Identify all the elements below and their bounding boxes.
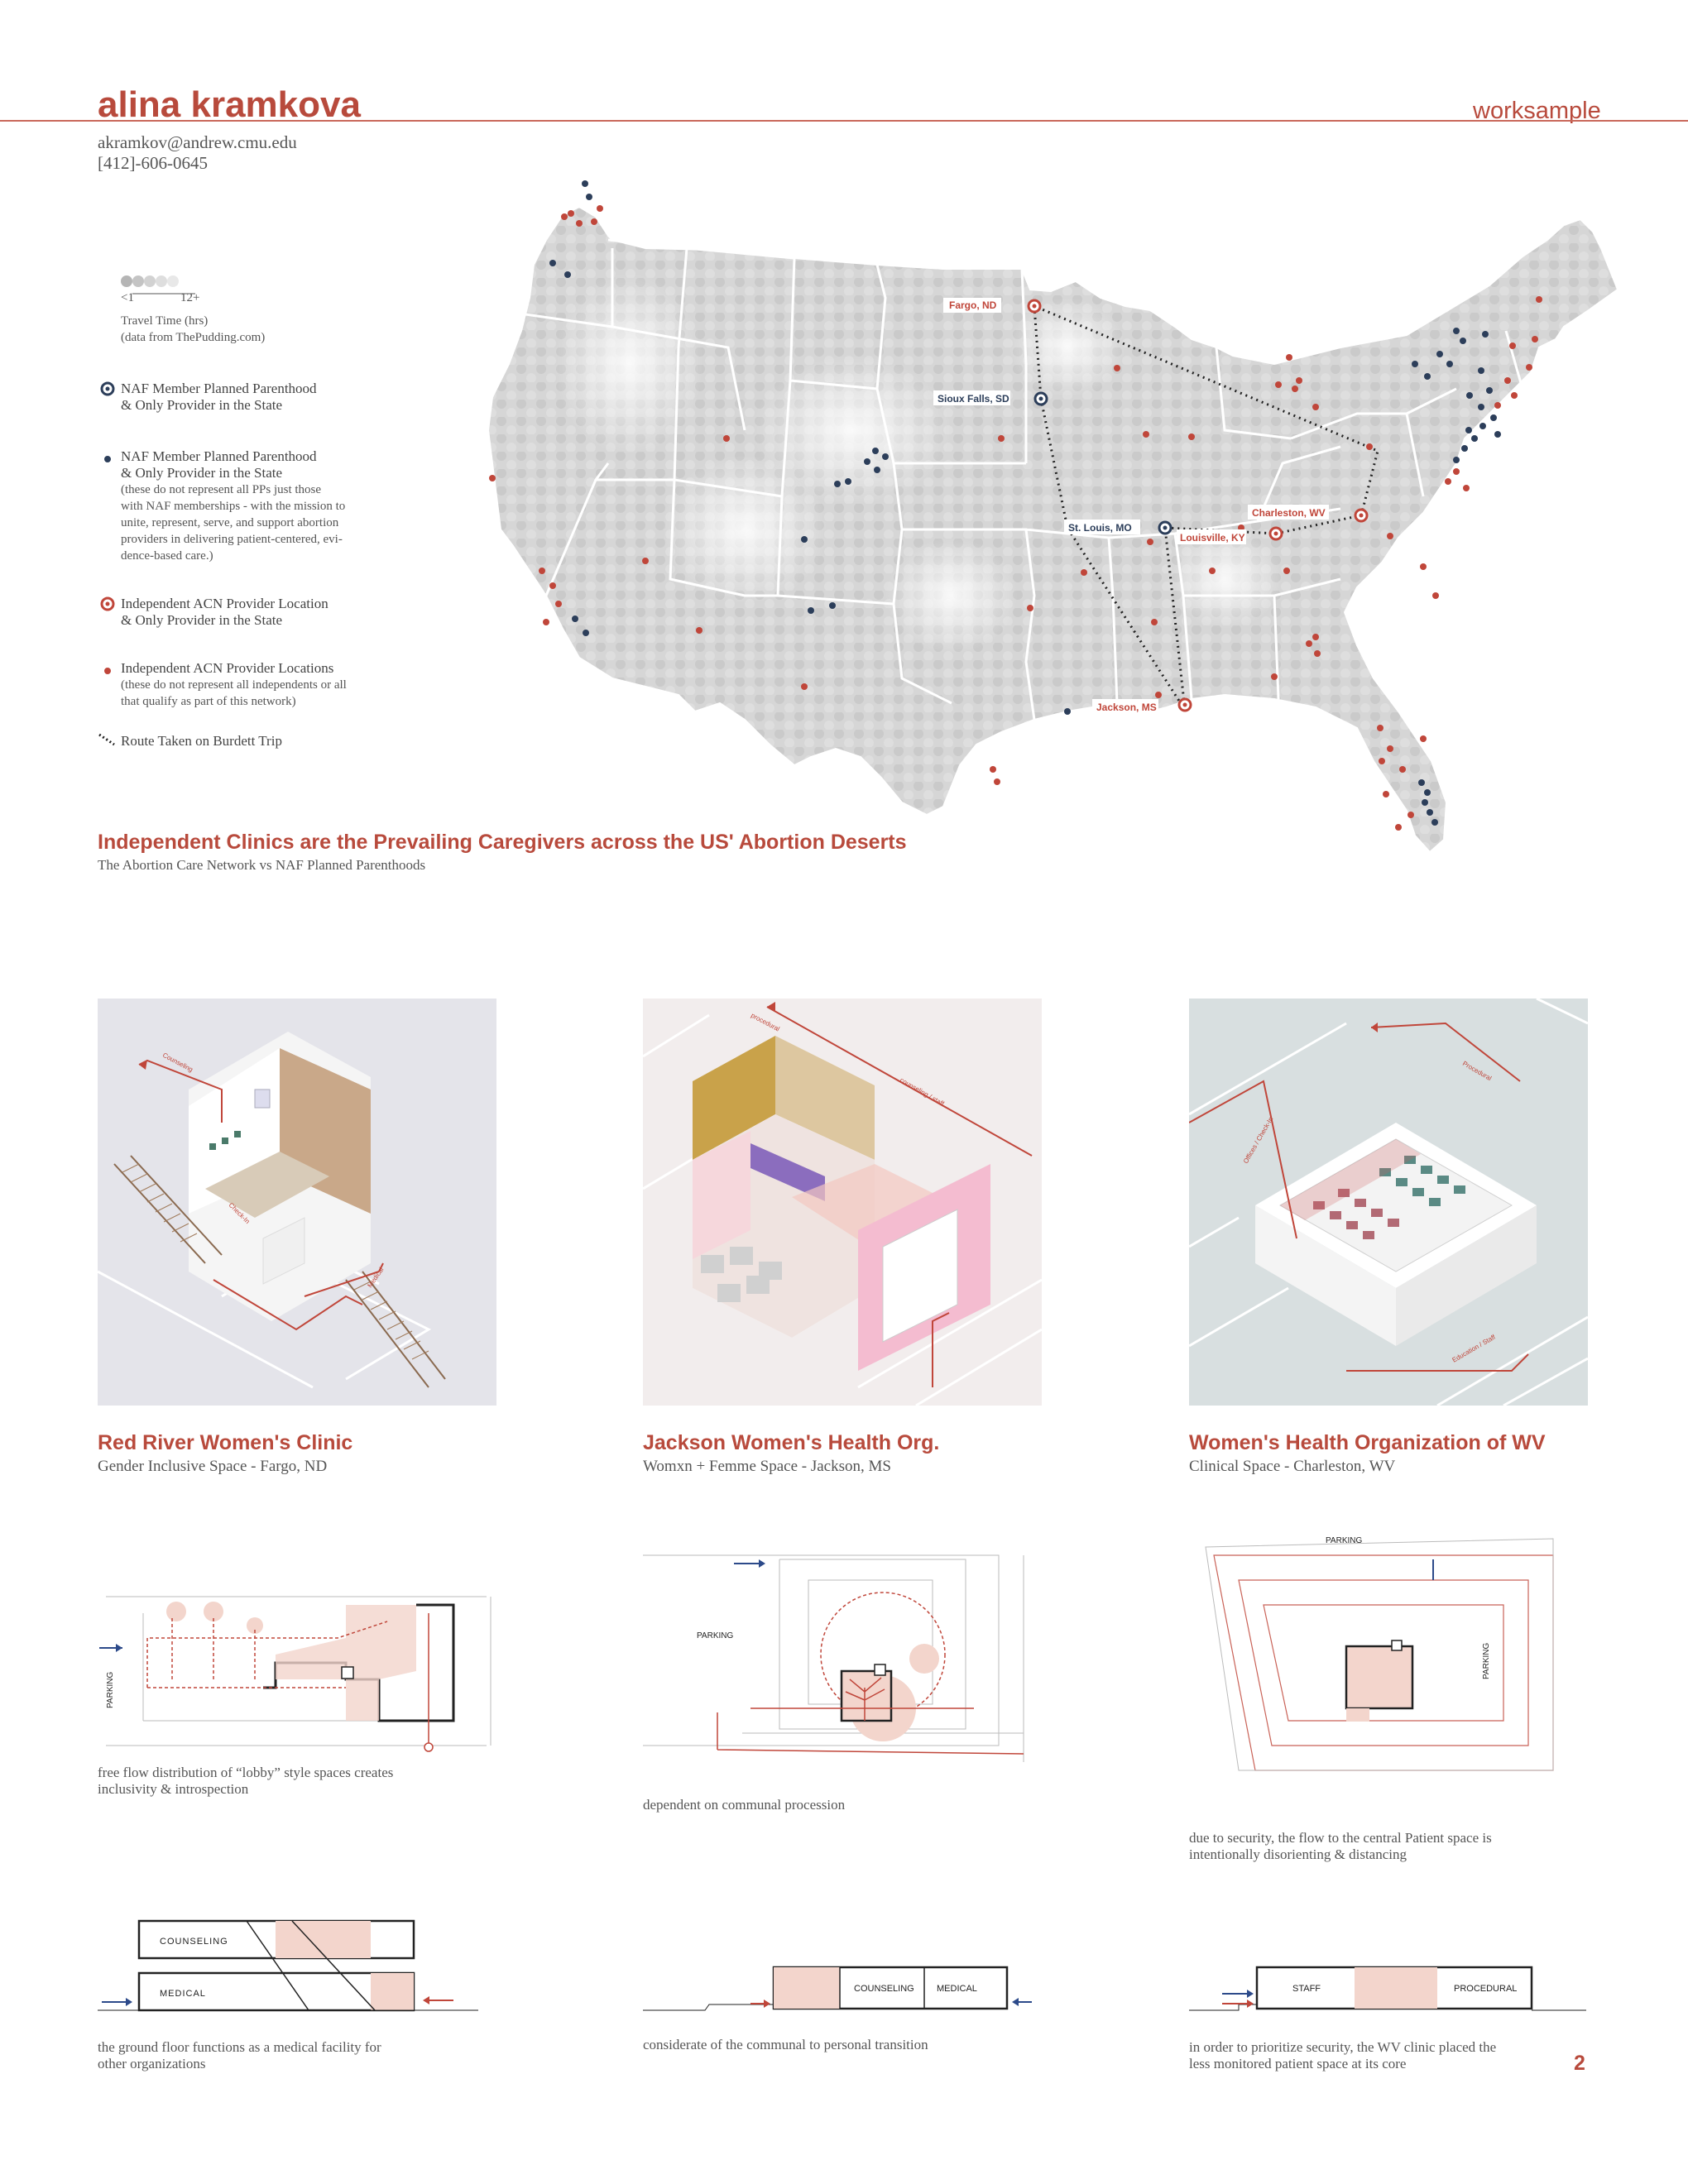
travel-time-label: Travel Time (hrs) — [121, 314, 209, 328]
jackson-axonometric: procedural counseling / staff — [643, 999, 1042, 1406]
wv-section-caption-1: in order to prioritize security, the WV … — [1189, 2039, 1497, 2055]
wv-plan: PARKING PARKING — [1205, 1536, 1554, 1771]
legend-naf-note-1: (these do not represent all PPs just tho… — [121, 483, 322, 496]
wv-section-staff: STAFF — [1292, 1984, 1321, 1994]
jackson-section-medical: MEDICAL — [937, 1984, 977, 1994]
red-river-plan: PARKING — [99, 1596, 492, 1752]
acn-dot-icon — [104, 668, 111, 674]
legend-acn-note-2: that qualify as part of this network) — [121, 695, 296, 708]
red-river-section-caption-1: the ground floor functions as a medical … — [98, 2039, 381, 2055]
legend-naf-1: NAF Member Planned Parenthood — [121, 448, 317, 464]
jackson-section: COUNSELING MEDICAL — [643, 1966, 1032, 2011]
red-river-section-counseling: COUNSELING — [160, 1937, 228, 1947]
wv-plan-caption-1: due to security, the flow to the central… — [1189, 1830, 1492, 1846]
red-river-axonometric: Counseling Check-In Medical — [98, 999, 496, 1406]
map-legend: <1 12+ Travel Time (hrs) (data from TheP… — [98, 273, 429, 753]
legend-naf-only-1: NAF Member Planned Parenthood — [121, 381, 317, 396]
page-number: 2 — [1574, 2052, 1585, 2075]
scale-min: <1 — [121, 291, 134, 304]
legend-naf-note-5: dence-based care.) — [121, 549, 213, 563]
red-river-section: COUNSELING MEDICAL — [98, 1919, 478, 2012]
jackson-plan-label-parking: PARKING — [697, 1631, 733, 1640]
plan-label-parking: PARKING — [106, 1672, 115, 1708]
map-title: Independent Clinics are the Prevailing C… — [98, 831, 907, 854]
email[interactable]: akramkov@andrew.cmu.edu — [98, 132, 297, 153]
legend-acn-note-1: (these do not represent all independents… — [121, 678, 347, 692]
route-icon — [98, 733, 115, 746]
project-subtitle-red-river: Gender Inclusive Space - Fargo, ND — [98, 1458, 328, 1475]
wv-plan-label-parking-top: PARKING — [1326, 1536, 1362, 1545]
legend-acn-only-1: Independent ACN Provider Location — [121, 596, 328, 611]
jackson-plan: PARKING — [643, 1554, 1024, 1762]
wv-axonometric: Offices / Check-In Procedural Education … — [1189, 999, 1588, 1406]
red-river-section-medical: MEDICAL — [160, 1989, 206, 1999]
red-river-plan-caption-2: inclusivity & introspection — [98, 1781, 249, 1797]
jackson-plan-caption: dependent on communal procession — [643, 1797, 846, 1813]
us-map: Fargo, ND Sioux Falls, SD St. Louis, MO … — [487, 180, 1619, 854]
header-rule — [0, 120, 1688, 122]
red-river-section-caption-2: other organizations — [98, 2056, 206, 2071]
red-river-plan-caption-1: free flow distribution of “lobby” style … — [98, 1765, 394, 1780]
project-subtitle-jackson: Womxn + Femme Space - Jackson, MS — [643, 1458, 891, 1475]
legend-acn-1: Independent ACN Provider Locations — [121, 660, 334, 676]
naf-dot-icon — [104, 456, 111, 462]
map-subtitle: The Abortion Care Network vs NAF Planned… — [98, 857, 426, 873]
wv-section-caption-2: less monitored patient space at its core — [1189, 2056, 1407, 2071]
wv-section-procedural: PROCEDURAL — [1454, 1984, 1517, 1994]
legend-naf-note-2: with NAF memberships - with the mission … — [121, 500, 346, 513]
wv-plan-label-parking-side: PARKING — [1482, 1643, 1491, 1679]
travel-time-source: (data from ThePudding.com) — [121, 331, 266, 344]
jackson-section-counseling: COUNSELING — [854, 1984, 914, 1994]
travel-time-scale — [121, 275, 195, 295]
legend-naf-2: & Only Provider in the State — [121, 465, 283, 481]
acn-only-icon — [100, 596, 115, 611]
city-label-jackson: Jackson, MS — [1096, 702, 1157, 713]
naf-only-icon — [100, 381, 115, 396]
city-label-sioux: Sioux Falls, SD — [938, 393, 1009, 405]
jackson-section-caption: considerate of the communal to personal … — [643, 2037, 928, 2052]
legend-acn-only-2: & Only Provider in the State — [121, 612, 283, 628]
project-title-jackson: Jackson Women's Health Org. — [643, 1431, 940, 1454]
city-label-charleston: Charleston, WV — [1252, 507, 1326, 519]
legend-naf-only-2: & Only Provider in the State — [121, 397, 283, 413]
phone: [412]-606-0645 — [98, 153, 208, 173]
project-title-red-river: Red River Women's Clinic — [98, 1431, 353, 1454]
city-label-fargo: Fargo, ND — [949, 299, 997, 311]
legend-naf-note-3: unite, represent, serve, and support abo… — [121, 516, 339, 529]
wv-section: STAFF PROCEDURAL — [1189, 1966, 1586, 2011]
legend-naf-note-4: providers in delivering patient-centered… — [121, 533, 343, 546]
city-label-stlouis: St. Louis, MO — [1068, 522, 1132, 534]
project-subtitle-wv: Clinical Space - Charleston, WV — [1189, 1458, 1396, 1475]
wv-plan-caption-2: intentionally disorienting & distancing — [1189, 1846, 1407, 1862]
city-label-louisville: Louisville, KY — [1180, 532, 1245, 544]
legend-route: Route Taken on Burdett Trip — [121, 733, 282, 749]
author-name: alina kramkova — [98, 84, 361, 125]
scale-max: 12+ — [180, 291, 200, 304]
project-title-wv: Women's Health Organization of WV — [1189, 1431, 1546, 1454]
